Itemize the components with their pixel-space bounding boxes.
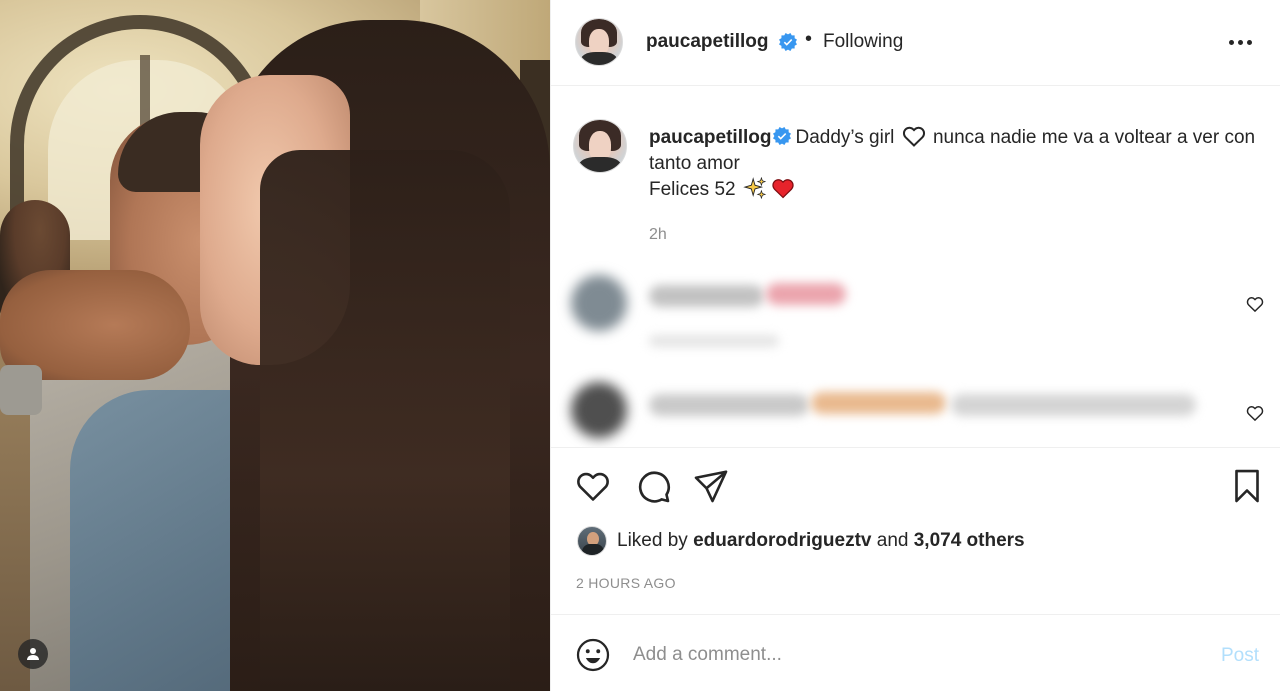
photo-watch [0, 365, 42, 415]
heart-icon[interactable] [575, 468, 611, 504]
comment-item [551, 362, 1280, 447]
comment-text-blurred [766, 283, 846, 305]
likes-middle: and [876, 530, 909, 551]
comment-tag-blurred [811, 392, 946, 414]
post-timestamp[interactable]: 2 HOURS AGO [576, 575, 676, 591]
heart-icon[interactable] [1246, 404, 1264, 422]
verified-icon [779, 33, 797, 51]
caption-username[interactable]: paucapetillog [649, 127, 771, 148]
caption-line1-start: Daddy’s girl [795, 127, 895, 148]
caption-line2: Felices 52 [649, 179, 736, 200]
liker-username[interactable]: eduardorodrigueztv [693, 530, 871, 552]
share-icon[interactable] [693, 468, 729, 504]
comment-avatar [571, 275, 627, 331]
comment-username-blurred [649, 394, 809, 416]
caption-author-avatar[interactable] [573, 119, 627, 173]
author-avatar[interactable] [575, 18, 623, 66]
comments-section[interactable]: paucapetillog Daddy’s girl nunca nadie m… [551, 87, 1280, 447]
likes-others-count[interactable]: 3,074 others [914, 530, 1025, 552]
more-icon[interactable] [1229, 34, 1257, 50]
following-button[interactable]: Following [823, 31, 903, 53]
caption-time: 2h [649, 226, 667, 243]
add-comment-bar: Post [551, 614, 1280, 691]
red-heart-emoji-icon [772, 179, 794, 199]
verified-icon [773, 126, 792, 145]
comment-username-blurred [649, 285, 764, 307]
comment-item [551, 255, 1280, 355]
post-header: paucapetillog • Following [551, 0, 1280, 86]
bookmark-icon[interactable] [1229, 468, 1265, 504]
author-username[interactable]: paucapetillog [646, 31, 768, 53]
user-tag-icon[interactable] [18, 639, 48, 669]
likes-prefix: Liked by [617, 530, 688, 551]
sparkles-emoji-icon [743, 176, 767, 199]
post-photo[interactable] [0, 0, 550, 691]
comment-icon[interactable] [635, 468, 671, 504]
heart-icon[interactable] [1246, 295, 1264, 313]
emoji-icon[interactable] [575, 637, 611, 673]
post-comment-button[interactable]: Post [1221, 645, 1259, 667]
liker-avatar[interactable] [577, 526, 607, 556]
photo-woman-hair-front [260, 150, 510, 691]
comment-meta-blurred [649, 335, 779, 347]
photo-man-hand [0, 270, 190, 380]
white-heart-emoji-icon [902, 126, 925, 147]
comment-avatar [571, 382, 627, 438]
action-bar [551, 447, 1280, 527]
likes-summary[interactable]: Liked by eduardorodrigueztv and 3,074 ot… [577, 526, 1025, 556]
caption-text: paucapetillog Daddy’s girl nunca nadie m… [649, 125, 1261, 203]
comment-text-blurred [951, 394, 1196, 416]
post-details-panel: paucapetillog • Following paucapetillog … [550, 0, 1280, 691]
comment-input[interactable] [633, 635, 1193, 675]
header-separator: • [805, 28, 813, 50]
